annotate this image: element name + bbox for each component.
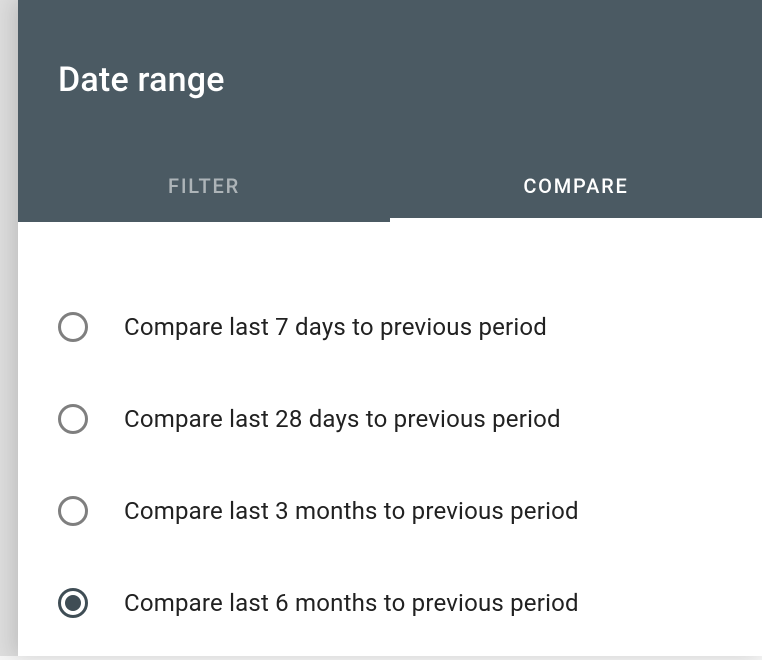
panel-title: Date range [18, 60, 762, 154]
option-label: Compare last 28 days to previous period [124, 405, 561, 433]
option-28-days[interactable]: Compare last 28 days to previous period [58, 384, 722, 454]
option-7-days[interactable]: Compare last 7 days to previous period [58, 292, 722, 362]
radio-icon [58, 588, 88, 618]
option-label: Compare last 3 months to previous period [124, 497, 579, 525]
option-label: Compare last 6 months to previous period [124, 589, 579, 617]
option-label: Compare last 7 days to previous period [124, 313, 547, 341]
tab-filter[interactable]: FILTER [18, 154, 390, 222]
radio-icon [58, 312, 88, 342]
tab-bar: FILTER COMPARE [18, 154, 762, 222]
radio-icon [58, 496, 88, 526]
compare-options: Compare last 7 days to previous period C… [18, 222, 762, 660]
tab-compare[interactable]: COMPARE [390, 154, 762, 222]
date-range-panel: Date range FILTER COMPARE Compare last 7… [18, 0, 762, 656]
option-3-months[interactable]: Compare last 3 months to previous period [58, 476, 722, 546]
radio-icon [58, 404, 88, 434]
panel-header: Date range FILTER COMPARE [18, 0, 762, 222]
option-6-months[interactable]: Compare last 6 months to previous period [58, 568, 722, 638]
background-overlay [0, 0, 18, 656]
